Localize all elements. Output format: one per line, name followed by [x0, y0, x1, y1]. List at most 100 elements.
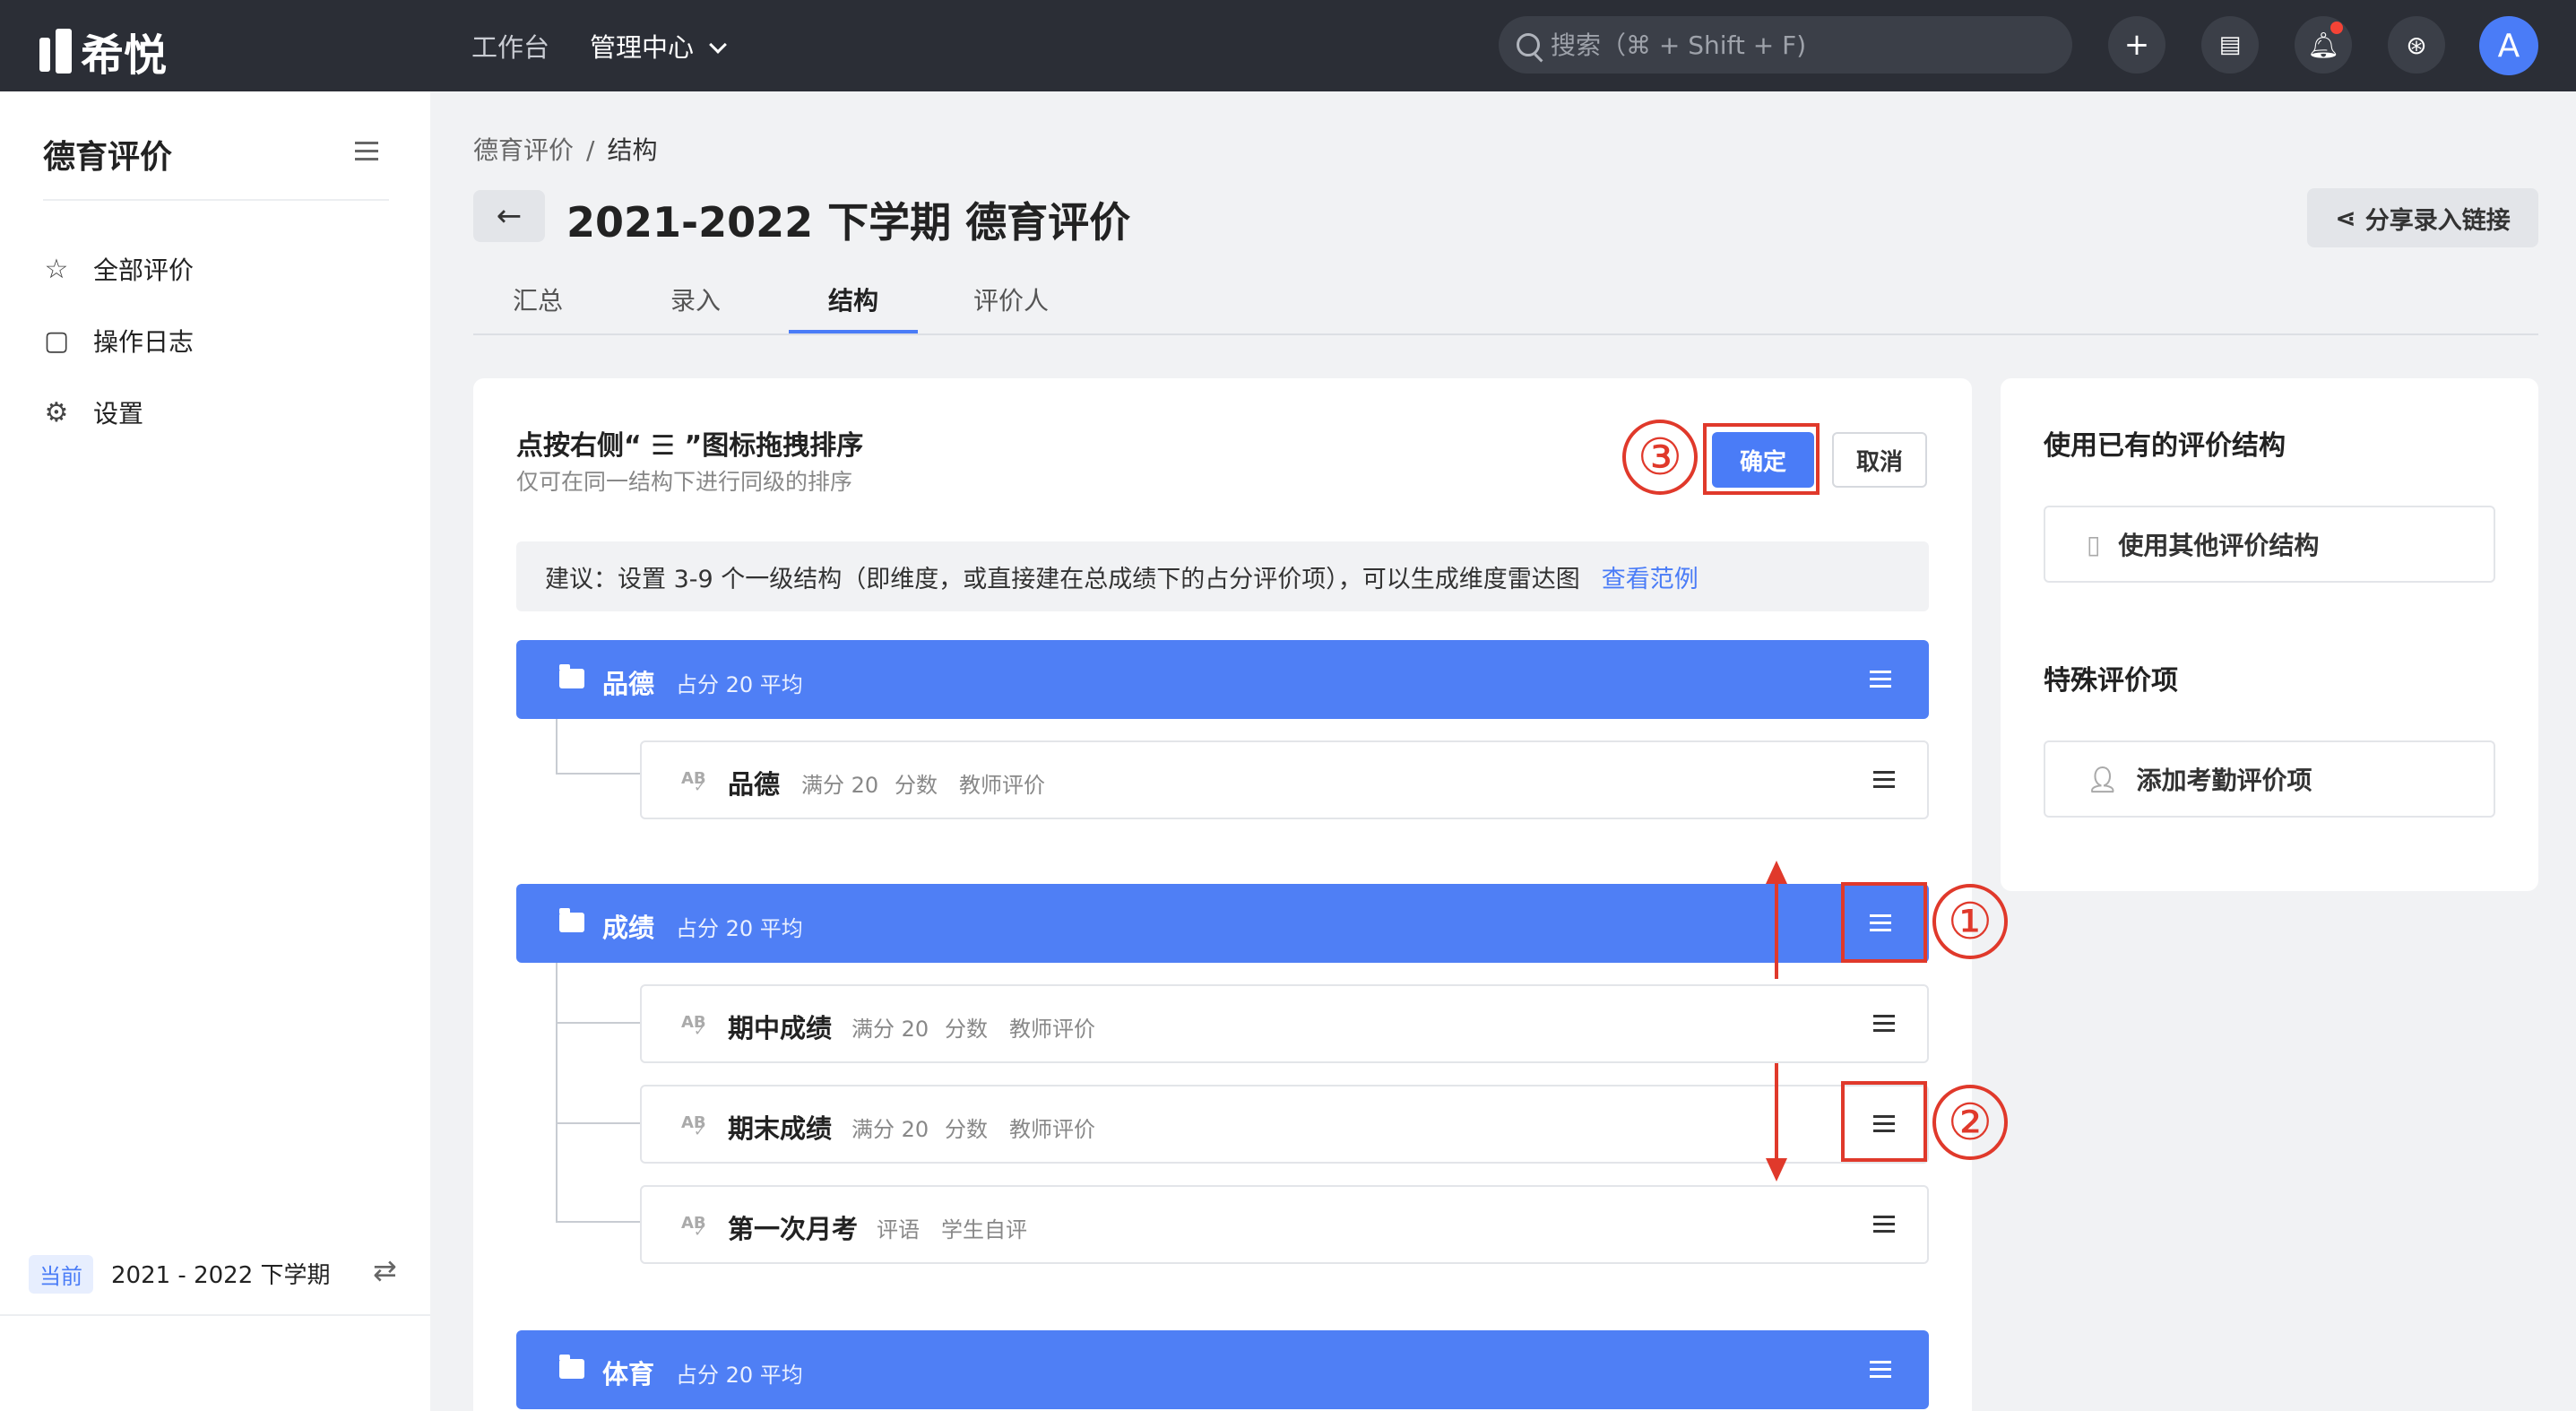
- breadcrumb-separator: /: [586, 135, 595, 165]
- gear-icon: ⚙︎: [44, 396, 69, 428]
- logo-mark-icon: [39, 29, 72, 74]
- share-label: 分享录入链接: [2364, 206, 2511, 235]
- sidebar-item-operation-log[interactable]: ▢ 操作日志: [43, 323, 194, 359]
- annotation-box-drag-handle-2: [1841, 1081, 1927, 1162]
- tab-evaluators[interactable]: 评价人: [973, 281, 1049, 317]
- avatar[interactable]: A: [2479, 16, 2538, 75]
- chat-icon: ▤: [2218, 31, 2242, 58]
- current-term-badge: 当前: [29, 1255, 93, 1294]
- item-name: 第一次月考: [728, 1214, 859, 1244]
- item-row[interactable]: AB 第一次月考 评语 学生自评: [640, 1185, 1929, 1264]
- log-icon: ▢: [43, 325, 70, 357]
- item-name: 期中成绩: [728, 1013, 833, 1043]
- page-title: 2021-2022 下学期 德育评价: [566, 198, 1131, 247]
- drag-handle-icon[interactable]: [1870, 1361, 1891, 1379]
- sidebar-bottom-divider: [0, 1314, 430, 1316]
- tree-connector: [556, 963, 558, 1223]
- item-meta: 教师评价: [959, 773, 1045, 798]
- item-meta: 分数: [945, 1017, 988, 1042]
- back-button[interactable]: ←: [473, 190, 545, 242]
- sidebar-item-all-evaluations[interactable]: ☆ 全部评价: [43, 251, 194, 287]
- tab-structure[interactable]: 结构: [828, 281, 878, 317]
- help-button[interactable]: ⊛: [2388, 16, 2445, 74]
- drag-handle-icon[interactable]: [1873, 1015, 1895, 1033]
- notification-dot: [2330, 22, 2343, 34]
- breadcrumb: 德育评价 / 结构: [473, 131, 657, 167]
- search-icon: [1517, 33, 1540, 56]
- score-item-icon: AB: [681, 1013, 706, 1039]
- collapse-sidebar-icon[interactable]: [355, 142, 378, 161]
- view-example-link[interactable]: 查看范例: [1602, 559, 1699, 594]
- logo-text: 希悦: [81, 30, 168, 81]
- group-name: 体育: [602, 1359, 655, 1389]
- global-search[interactable]: [1499, 16, 2072, 74]
- score-item-icon: AB: [681, 769, 706, 795]
- tree-connector: [556, 1221, 640, 1223]
- add-button[interactable]: +: [2108, 16, 2165, 74]
- group-meta: 占分 20 平均: [676, 672, 803, 697]
- item-meta: 满分 20: [851, 1017, 929, 1042]
- group-row[interactable]: 体育 占分 20 平均: [516, 1330, 1929, 1409]
- drag-handle-icon[interactable]: [1873, 1216, 1895, 1234]
- app-logo[interactable]: 希悦: [39, 20, 167, 82]
- nav-workbench[interactable]: 工作台: [471, 27, 549, 65]
- item-name: 品德: [728, 769, 781, 800]
- breadcrumb-root[interactable]: 德育评价: [473, 135, 574, 165]
- special-items-title: 特殊评价项: [2044, 665, 2178, 697]
- folder-icon: [559, 664, 584, 688]
- bell-icon: 🔔︎: [2307, 30, 2339, 60]
- cancel-button[interactable]: 取消: [1832, 432, 1927, 488]
- group-name: 品德: [602, 669, 655, 699]
- messages-button[interactable]: ▤: [2201, 16, 2259, 74]
- sidebar-item-label: 操作日志: [93, 327, 194, 357]
- tab-summary[interactable]: 汇总: [513, 281, 563, 317]
- sidebar: 德育评价 ☆ 全部评价 ▢ 操作日志 ⚙︎ 设置: [0, 91, 430, 1411]
- sidebar-title: 德育评价: [43, 139, 173, 176]
- share-icon: ⋖: [2335, 203, 2356, 233]
- notifications-button[interactable]: 🔔︎: [2295, 16, 2352, 74]
- drag-handle-icon[interactable]: [1870, 671, 1891, 688]
- annotation-number-2: ②: [1932, 1085, 2008, 1160]
- use-other-structure-label: 使用其他评价结构: [2118, 531, 2320, 560]
- swap-term-icon[interactable]: ⇄: [373, 1253, 397, 1287]
- arrow-left-icon: ←: [496, 198, 523, 234]
- folder-icon: [559, 908, 584, 932]
- item-meta: 教师评价: [1009, 1117, 1095, 1142]
- group-row[interactable]: 品德 占分 20 平均: [516, 640, 1929, 719]
- annotation-number-3: ③: [1622, 420, 1698, 495]
- user-check-icon: 👤︎: [2087, 764, 2119, 794]
- add-attendance-item-label: 添加考勤评价项: [2136, 766, 2312, 795]
- score-item-icon: AB: [681, 1113, 706, 1139]
- tab-bar: 汇总 录入 结构 评价人: [473, 269, 2538, 335]
- group-meta: 占分 20 平均: [676, 1363, 803, 1388]
- item-meta: 教师评价: [1009, 1017, 1095, 1042]
- breadcrumb-current: 结构: [607, 135, 658, 165]
- item-meta: 满分 20: [801, 773, 879, 798]
- item-row[interactable]: AB 品德 满分 20 分数 教师评价: [640, 740, 1929, 819]
- plus-icon: +: [2123, 27, 2150, 63]
- lifebuoy-icon: ⊛: [2406, 30, 2427, 60]
- arrow-down-icon: [1766, 1158, 1787, 1182]
- arrow-up-icon: [1766, 861, 1787, 884]
- sidebar-item-label: 全部评价: [93, 255, 194, 285]
- suggestion-text: 建议：设置 3-9 个一级结构（即维度，或直接建在总成绩下的占分评价项），可以生…: [545, 565, 1580, 593]
- nav-admin-center[interactable]: 管理中心: [590, 27, 727, 65]
- drag-handle-icon[interactable]: [1873, 771, 1895, 789]
- sidebar-item-label: 设置: [93, 399, 144, 428]
- add-attendance-item-button[interactable]: 👤︎ 添加考勤评价项: [2044, 740, 2495, 818]
- group-row[interactable]: 成绩 占分 20 平均: [516, 884, 1929, 963]
- drag-hint-subtitle: 仅可在同一结构下进行同级的排序: [516, 469, 853, 495]
- annotation-box-confirm: [1703, 423, 1820, 495]
- share-entry-link-button[interactable]: ⋖ 分享录入链接: [2307, 188, 2538, 247]
- item-row[interactable]: AB 期中成绩 满分 20 分数 教师评价: [640, 984, 1929, 1063]
- use-other-structure-button[interactable]: ▯ 使用其他评价结构: [2044, 506, 2495, 583]
- search-input[interactable]: [1551, 30, 2053, 60]
- item-row[interactable]: AB 期末成绩 满分 20 分数 教师评价: [640, 1085, 1929, 1164]
- group-name: 成绩: [602, 913, 655, 943]
- folder-icon: [559, 1355, 584, 1379]
- tab-entry[interactable]: 录入: [670, 281, 721, 317]
- sidebar-item-settings[interactable]: ⚙︎ 设置: [43, 394, 143, 430]
- item-name: 期末成绩: [728, 1113, 833, 1144]
- item-meta: 分数: [895, 773, 938, 798]
- current-term-text: 2021 - 2022 下学期: [111, 1262, 331, 1289]
